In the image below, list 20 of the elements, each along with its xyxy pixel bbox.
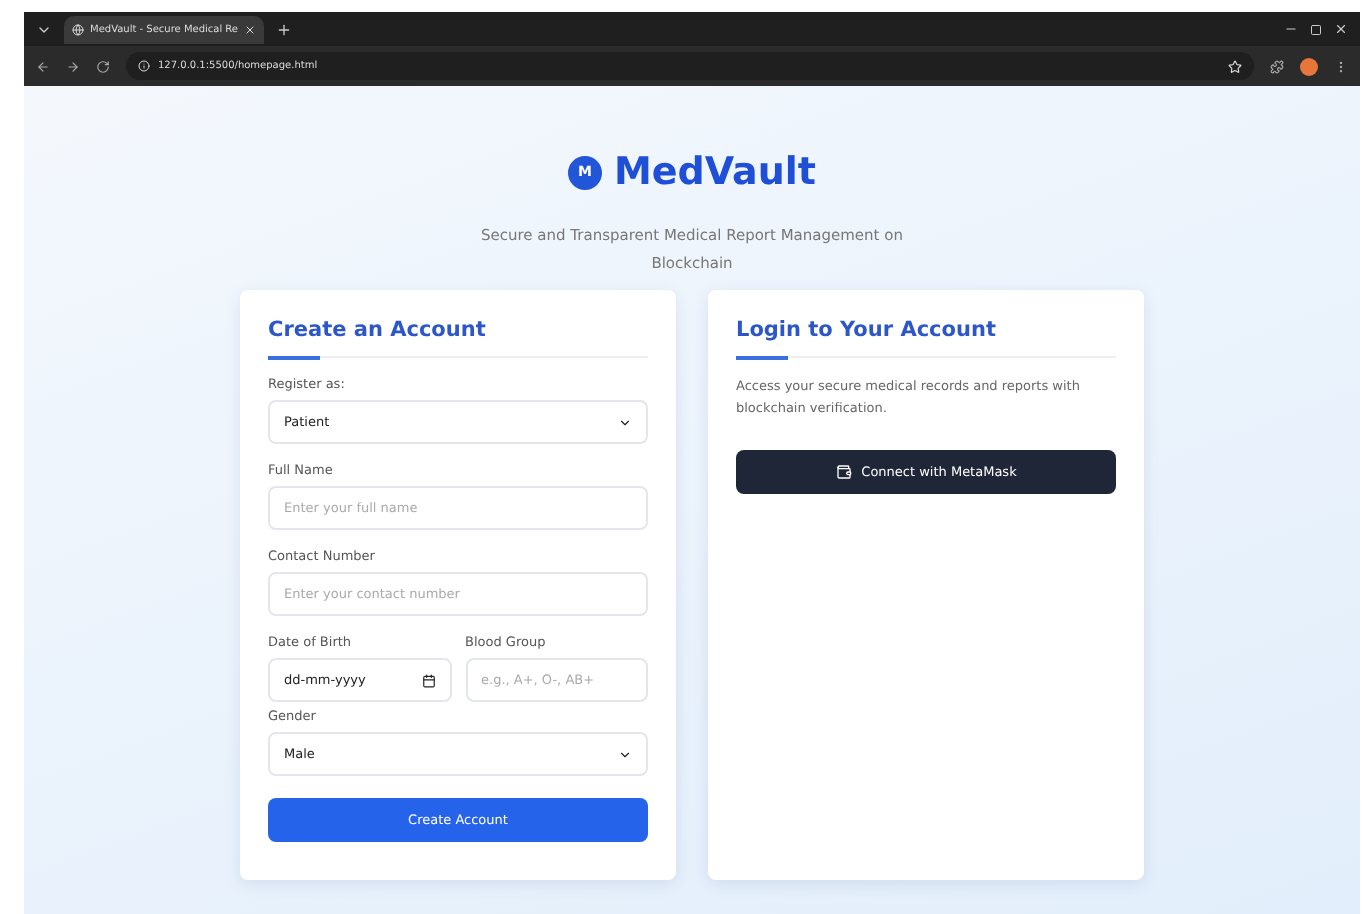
maximize-icon[interactable]	[1310, 23, 1322, 35]
avatar-icon[interactable]	[1300, 57, 1318, 75]
reload-icon[interactable]	[96, 59, 110, 73]
caret-icon	[618, 747, 632, 761]
bookmark-icon	[1228, 59, 1242, 73]
forward-icon[interactable]	[66, 59, 80, 73]
wallet-icon	[835, 464, 852, 480]
calendar-icon	[421, 673, 435, 687]
close-icon[interactable]	[1334, 22, 1348, 36]
close-icon[interactable]	[244, 23, 256, 35]
extensions-icon[interactable]	[1270, 59, 1284, 73]
back-icon[interactable]	[36, 59, 50, 73]
brand-name: MedVault	[613, 150, 816, 194]
globe-icon	[72, 23, 84, 35]
caret-icon	[618, 415, 632, 429]
info-icon	[138, 60, 150, 72]
new-tab-icon[interactable]	[276, 21, 292, 37]
minimize-icon[interactable]	[1284, 22, 1298, 36]
card-title: Login to Your Account	[736, 318, 998, 342]
card-title: Create an Account	[268, 318, 488, 342]
